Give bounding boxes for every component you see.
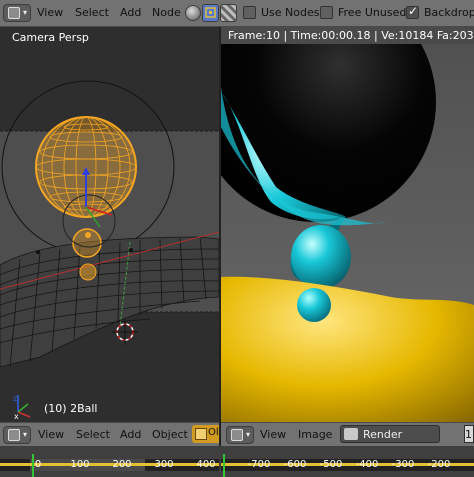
svg-text:x: x <box>14 412 19 421</box>
image-browse-icon <box>344 428 358 440</box>
menu-view[interactable]: View <box>260 426 286 444</box>
tick-label: -700 <box>247 459 271 470</box>
area-divider[interactable] <box>219 27 221 477</box>
render-backdrop[interactable] <box>221 27 474 422</box>
menu-select[interactable]: Select <box>76 426 110 444</box>
small-cyan-ball <box>297 288 331 322</box>
viewport-scene: z x <box>0 27 219 422</box>
chevron-down-icon: ▾ <box>22 430 27 439</box>
frame-cursor[interactable] <box>32 454 34 477</box>
tick-label: -200 <box>427 459 451 470</box>
cube-icon <box>195 428 207 440</box>
menu-image[interactable]: Image <box>298 426 332 444</box>
render-image <box>221 27 474 422</box>
svg-text:z: z <box>13 394 17 403</box>
compositing-nodes-icon[interactable] <box>202 4 219 22</box>
menu-add[interactable]: Add <box>117 4 144 22</box>
object-mode-label: Ol <box>208 427 219 438</box>
chevron-down-icon: ▾ <box>22 8 27 17</box>
tick-label: 200 <box>112 459 132 470</box>
3d-view-icon <box>8 429 20 441</box>
tick-label: -300 <box>391 459 415 470</box>
render-info-bar: Frame:10 | Time:00:00.18 | Ve:10184 Fa:2… <box>221 27 474 44</box>
image-users-count[interactable]: 1 <box>464 425 474 443</box>
tick-label: 100 <box>70 459 90 470</box>
menu-view[interactable]: View <box>34 4 66 22</box>
texture-nodes-icon[interactable] <box>220 4 237 22</box>
frame-cursor[interactable] <box>223 454 225 477</box>
editor-type-button[interactable]: ▾ <box>226 426 254 444</box>
editor-type-button[interactable]: ▾ <box>3 426 31 444</box>
tick-label: 400 <box>196 459 216 470</box>
menu-node[interactable]: Node <box>149 4 184 22</box>
tick-label: -500 <box>319 459 343 470</box>
image-editor-header: ▾ View Image Render Result 1 <box>221 422 474 459</box>
menu-select[interactable]: Select <box>72 4 112 22</box>
timeline-left[interactable]: 0 100 200 300 400 <box>0 446 219 477</box>
shader-nodes-icon[interactable] <box>185 5 201 21</box>
free-unused-label: Free Unused <box>338 6 407 19</box>
node-editor-header: ▾ View Select Add Node Use Nodes Free Un… <box>0 0 474 27</box>
tick-label: 0 <box>34 459 42 470</box>
timeline-area: 0 100 200 300 400 -700 -600 -500 -400 -3… <box>0 446 474 477</box>
chevron-down-icon: ▾ <box>245 430 250 439</box>
menu-object[interactable]: Object <box>152 426 188 444</box>
timeline-right[interactable]: -700 -600 -500 -400 -300 -200 <box>221 446 474 477</box>
active-object-label: (10) 2Ball <box>44 402 98 415</box>
editor-type-button[interactable]: ▾ <box>3 4 31 22</box>
tick-label: -400 <box>355 459 379 470</box>
image-selector[interactable]: Render Result <box>340 425 440 459</box>
use-nodes-label: Use Nodes <box>261 6 320 19</box>
menu-view[interactable]: View <box>38 426 64 444</box>
viewport-view-label: Camera Persp <box>12 31 89 44</box>
node-editor-icon <box>8 7 20 19</box>
menu-add[interactable]: Add <box>120 426 141 444</box>
3d-viewport[interactable]: z x <box>0 27 219 422</box>
backdrop-label: Backdrop <box>424 6 474 19</box>
image-editor-icon <box>231 429 243 441</box>
use-nodes-checkbox[interactable] <box>243 6 256 19</box>
compositing-glyph <box>205 7 216 18</box>
tick-label: 300 <box>154 459 174 470</box>
tick-label: -600 <box>283 459 307 470</box>
object-mode-button[interactable]: Ol <box>192 425 219 443</box>
free-unused-checkbox[interactable] <box>320 6 333 19</box>
backdrop-checkbox[interactable] <box>406 4 419 19</box>
3d-view-header: ▾ View Select Add Object <box>0 422 219 447</box>
